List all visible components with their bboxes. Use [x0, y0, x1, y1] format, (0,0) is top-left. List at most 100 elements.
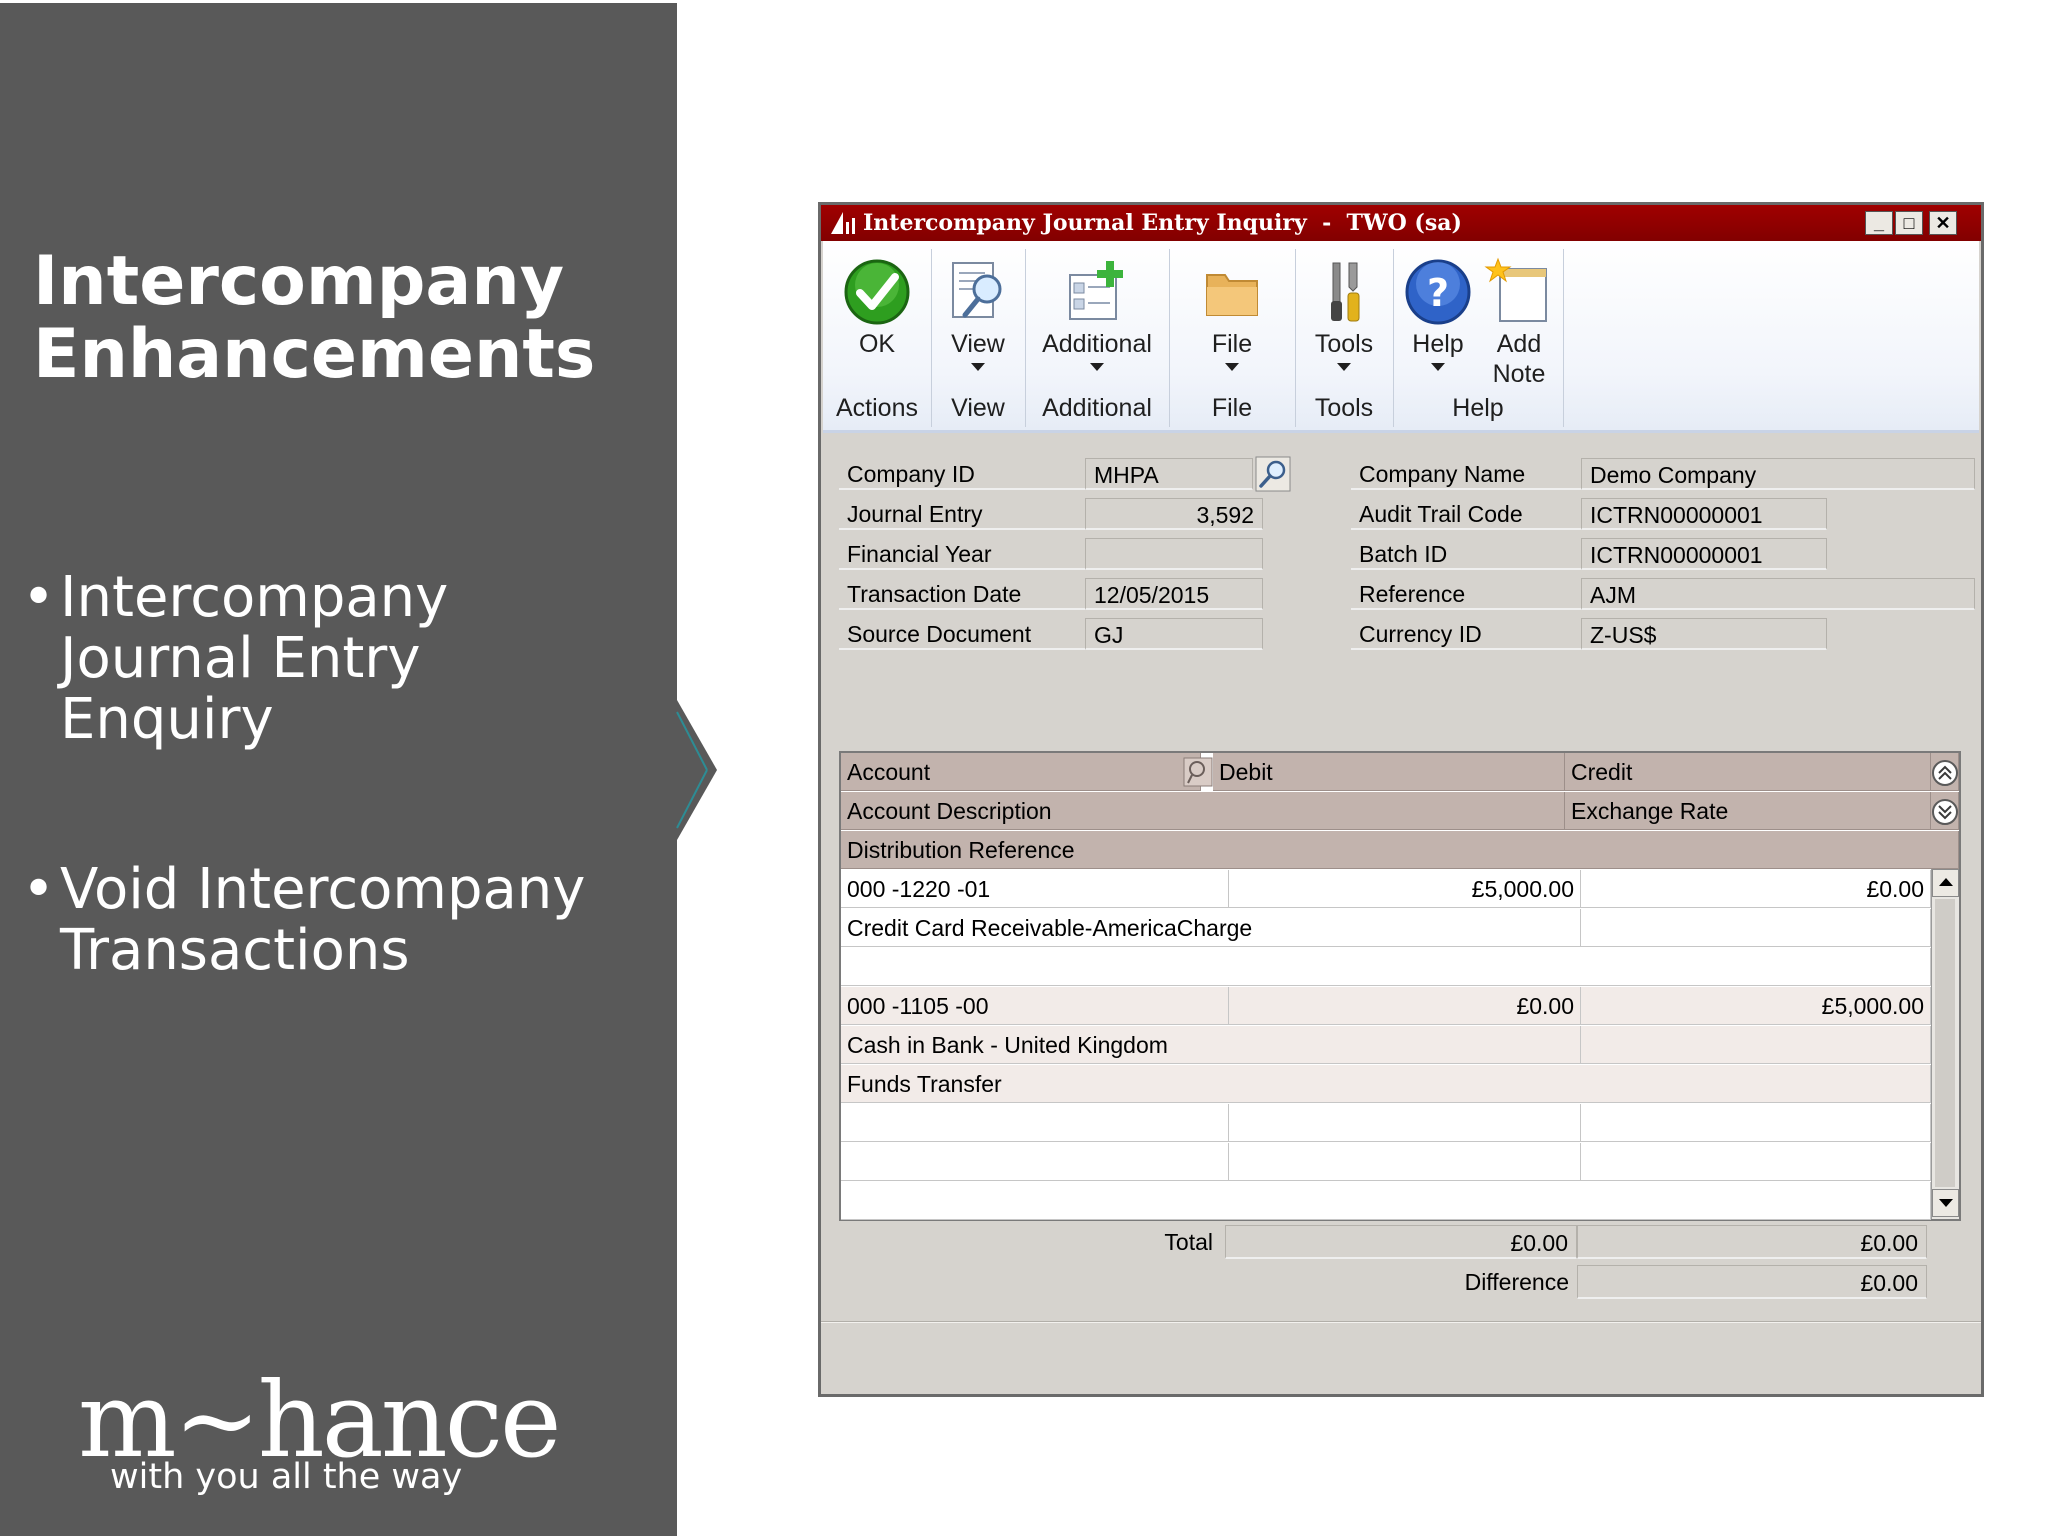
- ok-button[interactable]: OK: [827, 241, 927, 381]
- grid-cell-account-description[interactable]: [841, 1143, 1229, 1181]
- source-document-label: Source Document: [839, 618, 1085, 650]
- grid-header-account: Account: [841, 753, 1201, 791]
- grid-cell-credit[interactable]: £5,000.00: [1581, 987, 1931, 1025]
- add-note-label: Add Note: [1492, 330, 1546, 388]
- reference-field[interactable]: AJM: [1581, 578, 1975, 610]
- financial-year-field[interactable]: [1085, 538, 1263, 570]
- file-label: File: [1211, 330, 1253, 358]
- chevron-down-icon: [971, 363, 985, 371]
- tools-button[interactable]: Tools: [1299, 241, 1389, 381]
- grid-cell-account[interactable]: 000 -1105 -00: [841, 987, 1229, 1025]
- ribbon-separator: [1295, 249, 1296, 427]
- file-button[interactable]: File: [1173, 241, 1291, 381]
- grid-cell-distribution-reference[interactable]: [841, 948, 1931, 986]
- expand-rows-icon[interactable]: [1931, 794, 1959, 830]
- grid-cell-empty[interactable]: [1229, 1143, 1581, 1181]
- ribbon-group-actions: Actions: [836, 394, 918, 422]
- grid-scrollbar[interactable]: [1931, 869, 1959, 1219]
- scroll-down-button[interactable]: [1932, 1189, 1959, 1217]
- logo-tagline: with you all the way: [110, 1457, 463, 1497]
- close-button[interactable]: ✕: [1929, 211, 1957, 235]
- bullet-text-line: Journal Entry: [60, 626, 421, 691]
- view-button[interactable]: View: [935, 241, 1021, 381]
- company-id-field[interactable]: MHPA: [1085, 458, 1253, 490]
- grid-cell-debit[interactable]: £0.00: [1229, 987, 1581, 1025]
- slide-title-line-2: Enhancements: [33, 315, 596, 394]
- additional-label: Additional: [1042, 330, 1152, 358]
- grid-cell-distribution-reference[interactable]: [841, 1182, 1931, 1220]
- ribbon-separator: [1563, 249, 1564, 427]
- grid-cell-debit[interactable]: £5,000.00: [1229, 870, 1581, 908]
- transaction-date-field[interactable]: 12/05/2015: [1085, 578, 1263, 610]
- ribbon-separator: [1025, 249, 1026, 427]
- grid-cell-exchange-rate[interactable]: [1581, 909, 1931, 947]
- scroll-up-button[interactable]: [1932, 869, 1959, 897]
- add-note-icon: [1484, 257, 1547, 322]
- total-credit-field: £0.00: [1577, 1225, 1927, 1259]
- grid-cell-account-description[interactable]: Cash in Bank - United Kingdom: [841, 1026, 1581, 1064]
- panel-pointer-arrow: [676, 700, 717, 840]
- chevron-down-icon: [1431, 363, 1445, 371]
- help-button[interactable]: ? Help: [1397, 241, 1479, 381]
- slide-title-line-1: Intercompany: [33, 242, 565, 321]
- ribbon-group-help: Help: [1452, 394, 1504, 422]
- batch-id-label: Batch ID: [1351, 538, 1581, 570]
- chevron-down-icon: [1225, 363, 1239, 371]
- company-id-label: Company ID: [839, 458, 1085, 490]
- grid-cell-account[interactable]: 000 -1220 -01: [841, 870, 1229, 908]
- top-strip: [0, 0, 677, 3]
- grid-header-account-description: Account Description: [841, 792, 1565, 830]
- scroll-track[interactable]: [1935, 899, 1955, 1187]
- account-lookup-icon[interactable]: [1183, 757, 1213, 787]
- difference-label: Difference: [1464, 1269, 1569, 1295]
- grid-cell-credit[interactable]: [1581, 1104, 1931, 1142]
- window-titlebar[interactable]: Intercompany Journal Entry Inquiry - TWO…: [821, 205, 1981, 241]
- lookup-magnifier-icon[interactable]: [1255, 456, 1291, 492]
- grid-cell-account[interactable]: [841, 1104, 1229, 1142]
- grid-cell-account-description[interactable]: Credit Card Receivable-AmericaCharge: [841, 909, 1581, 947]
- maximize-button[interactable]: □: [1895, 211, 1923, 235]
- grid-header-account-text: Account: [847, 759, 931, 785]
- bullet-text-line: Transactions: [60, 918, 410, 983]
- grid-cell-credit[interactable]: £0.00: [1581, 870, 1931, 908]
- slide-left-panel: Intercompany Enhancements • Intercompany…: [0, 0, 677, 1536]
- ribbon-group-tools: Tools: [1314, 394, 1374, 422]
- source-document-field[interactable]: GJ: [1085, 618, 1263, 650]
- bullet-text-line: Enquiry: [60, 687, 274, 752]
- additional-button[interactable]: Additional: [1029, 241, 1165, 381]
- company-name-field[interactable]: Demo Company: [1581, 458, 1975, 490]
- collapse-rows-icon[interactable]: [1931, 755, 1959, 791]
- bullet-item: • Intercompany Journal Entry Enquiry: [22, 567, 662, 750]
- slide-title: Intercompany Enhancements: [33, 245, 653, 391]
- difference-field: £0.00: [1577, 1265, 1927, 1299]
- grid-cell-distribution-reference[interactable]: Funds Transfer: [841, 1065, 1931, 1103]
- audit-trail-code-field[interactable]: ICTRN00000001: [1581, 498, 1827, 530]
- chevron-down-icon: [1337, 363, 1351, 371]
- ribbon-separator: [1169, 249, 1170, 427]
- bullet-text-line: Intercompany: [60, 565, 449, 630]
- journal-entry-label: Journal Entry: [839, 498, 1085, 530]
- tools-icon: [1331, 262, 1360, 322]
- view-label: View: [951, 330, 1005, 358]
- transaction-date-label: Transaction Date: [839, 578, 1085, 610]
- grid-cell-debit[interactable]: [1229, 1104, 1581, 1142]
- batch-id-field[interactable]: ICTRN00000001: [1581, 538, 1827, 570]
- currency-id-field[interactable]: Z-US$: [1581, 618, 1827, 650]
- bullet-item: • Void Intercompany Transactions: [22, 859, 662, 981]
- window-status-divider: [821, 1321, 1981, 1323]
- currency-id-label: Currency ID: [1351, 618, 1581, 650]
- bullet-dot: •: [22, 857, 56, 922]
- add-note-button[interactable]: Add Note: [1479, 241, 1559, 388]
- ok-label: OK: [858, 330, 896, 358]
- ribbon-group-additional: Additional: [1042, 394, 1152, 422]
- minimize-button[interactable]: _: [1865, 211, 1893, 235]
- bullet-dot: •: [22, 565, 56, 630]
- grid-cell-exchange-rate[interactable]: [1581, 1143, 1931, 1181]
- ribbon-group-file: File: [1211, 394, 1253, 422]
- checkmark-icon: [844, 259, 910, 325]
- grid-cell-exchange-rate[interactable]: [1581, 1026, 1931, 1064]
- help-icon: ?: [1405, 259, 1471, 325]
- grid-header-exchange-rate: Exchange Rate: [1565, 792, 1931, 830]
- mhance-logo: m~hance with you all the way: [78, 1365, 562, 1505]
- journal-entry-field[interactable]: 3,592: [1085, 498, 1263, 530]
